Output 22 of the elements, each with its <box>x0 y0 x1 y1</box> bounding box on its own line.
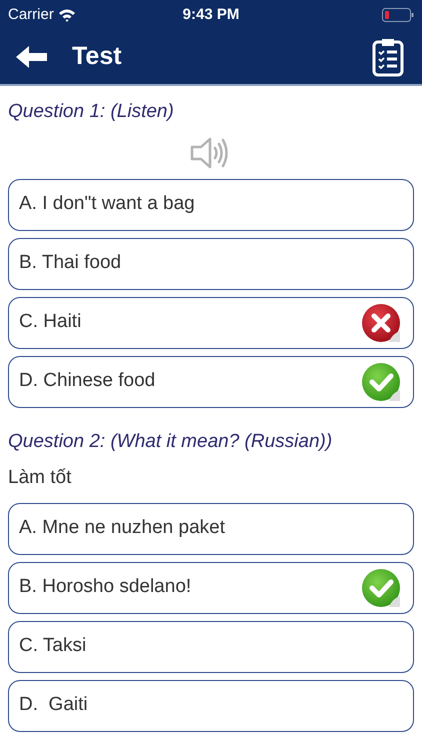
answer-option[interactable]: D. Gaiti <box>8 680 414 732</box>
question-prompt: Làm tốt <box>8 466 72 490</box>
cross-icon <box>361 302 401 342</box>
page-title: Test <box>72 41 122 72</box>
checkmark-icon <box>361 362 401 402</box>
question-title: Question 2: (What it mean? (Russian)) <box>8 430 334 454</box>
answer-option[interactable]: C. Haiti <box>8 296 414 348</box>
answer-option[interactable]: B. Horosho sdelano! <box>8 562 414 614</box>
answer-option[interactable]: B. Thai food <box>8 238 414 290</box>
checkmark-icon <box>361 568 401 608</box>
carrier-label: Carrier <box>8 4 54 25</box>
time-label: 9:43 PM <box>182 4 240 25</box>
battery-icon <box>382 8 414 22</box>
wifi-icon <box>58 8 76 22</box>
clipboard-icon <box>372 37 404 77</box>
answer-option[interactable]: C. Taksi <box>8 620 414 672</box>
question-title: Question 1: (Listen) <box>8 100 175 124</box>
back-arrow-icon <box>16 45 48 69</box>
answer-option[interactable]: D. Chinese food <box>8 356 414 408</box>
clipboard-button[interactable] <box>372 36 406 78</box>
answer-option[interactable]: A. Mne ne nuzhen paket <box>8 502 414 554</box>
answer-option[interactable]: A. I don"t want a bag <box>8 178 414 230</box>
